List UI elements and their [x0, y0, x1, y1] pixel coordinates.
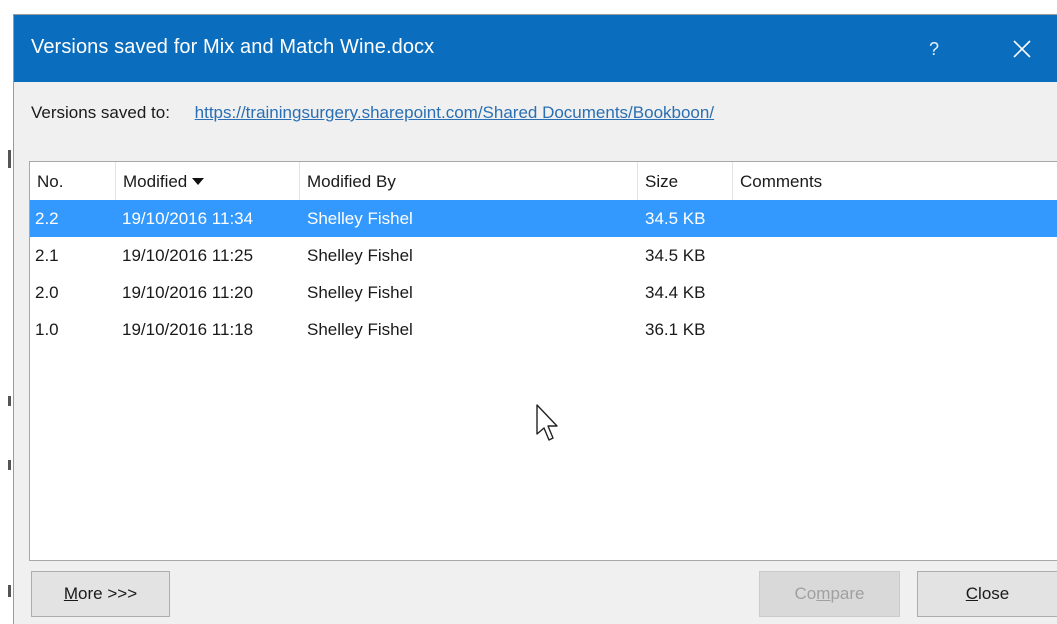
cell-modified: 19/10/2016 11:34 [122, 209, 254, 228]
compare-button[interactable]: Compare [759, 571, 900, 617]
cell-no: 1.0 [35, 320, 59, 339]
cell-modified-by: Shelley Fishel [307, 283, 413, 302]
sort-descending-icon [192, 178, 205, 185]
column-header-label: Size [645, 172, 679, 191]
column-header-size[interactable]: Size [638, 162, 733, 200]
column-header-label: No. [37, 172, 64, 191]
column-header-label: Comments [740, 172, 823, 191]
cell-modified-by: Shelley Fishel [307, 209, 413, 228]
cell-no: 2.2 [35, 209, 59, 228]
column-header-label: Modified By [307, 172, 396, 191]
cell-size: 34.5 KB [645, 209, 706, 228]
dialog-title: Versions saved for Mix and Match Wine.do… [31, 36, 435, 58]
column-header-no[interactable]: No. [30, 162, 116, 200]
cell-comments [735, 311, 740, 348]
cell-modified: 19/10/2016 11:20 [122, 283, 254, 302]
cell-modified-by: Shelley Fishel [307, 320, 413, 339]
cell-comments [735, 200, 740, 237]
close-mnemonic: C [965, 584, 979, 603]
more-label-rest: ore >>> [78, 584, 138, 603]
background-text-fragment [8, 396, 11, 406]
table-row[interactable]: 2.2 19/10/2016 11:34 Shelley Fishel 34.5… [30, 200, 1057, 237]
saved-location-row: Versions saved to: https://trainingsurge… [31, 103, 714, 123]
background-text-fragment [8, 585, 11, 597]
column-header-label: Modified [123, 172, 188, 191]
cell-size: 36.1 KB [645, 320, 706, 339]
compare-label-rest: pare [830, 584, 865, 603]
cell-comments [735, 237, 740, 274]
column-header-modified-by[interactable]: Modified By [300, 162, 638, 200]
cell-modified: 19/10/2016 11:25 [122, 246, 254, 265]
versions-dialog: Versions saved for Mix and Match Wine.do… [13, 14, 1057, 624]
mouse-pointer-icon [536, 404, 558, 441]
column-header-modified[interactable]: Modified [116, 162, 300, 200]
list-header: No. Modified Modified By Size Comments [30, 162, 1057, 200]
close-label-rest: lose [978, 584, 1010, 603]
table-row[interactable]: 1.0 19/10/2016 11:18 Shelley Fishel 36.1… [30, 311, 1057, 348]
more-button[interactable]: More >>> [31, 571, 170, 617]
dialog-titlebar: Versions saved for Mix and Match Wine.do… [14, 15, 1057, 82]
column-header-comments[interactable]: Comments [733, 162, 1057, 200]
background-document-edge [0, 0, 14, 624]
help-button[interactable]: ? [920, 35, 948, 63]
more-mnemonic: M [63, 584, 79, 603]
cell-comments [735, 274, 740, 311]
cell-modified-by: Shelley Fishel [307, 246, 413, 265]
cell-no: 2.0 [35, 283, 59, 302]
cell-size: 34.4 KB [645, 283, 706, 302]
cell-no: 2.1 [35, 246, 59, 265]
compare-label-pre: Co [794, 584, 817, 603]
saved-to-link[interactable]: https://trainingsurgery.sharepoint.com/S… [195, 103, 714, 122]
background-text-fragment [8, 460, 11, 470]
compare-mnemonic: m [816, 584, 831, 603]
saved-to-label: Versions saved to: [31, 103, 170, 122]
cell-size: 34.5 KB [645, 246, 706, 265]
close-icon[interactable] [1010, 37, 1034, 61]
cell-modified: 19/10/2016 11:18 [122, 320, 254, 339]
versions-list[interactable]: No. Modified Modified By Size Comments 2… [29, 161, 1057, 561]
table-row[interactable]: 2.1 19/10/2016 11:25 Shelley Fishel 34.5… [30, 237, 1057, 274]
table-row[interactable]: 2.0 19/10/2016 11:20 Shelley Fishel 34.4… [30, 274, 1057, 311]
background-text-fragment [8, 150, 11, 168]
close-button[interactable]: Close [917, 571, 1057, 617]
